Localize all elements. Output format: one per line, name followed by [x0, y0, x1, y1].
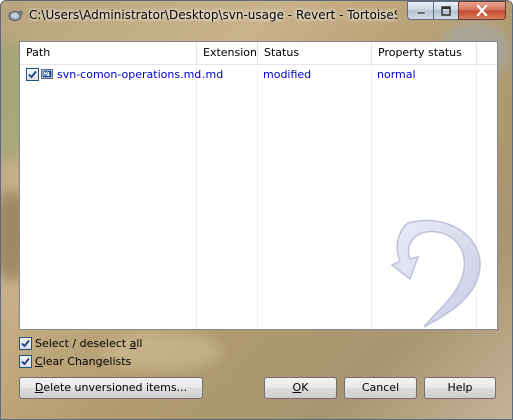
checkmark-icon	[21, 339, 30, 348]
select-all-label: Select / deselect all	[35, 337, 143, 350]
checkmark-icon	[28, 70, 37, 79]
table-row[interactable]: svn-comon-operations.md .md modified nor…	[22, 66, 495, 83]
window-title: C:\Users\Administrator\Desktop\svn-usage…	[29, 8, 397, 22]
markdown-file-icon	[41, 69, 53, 79]
clear-changelists-label: Clear Changelists	[35, 355, 132, 368]
revert-arrow-watermark-icon	[390, 219, 481, 328]
row-extension: .md	[202, 68, 224, 81]
clear-changelists-checkbox[interactable]	[19, 355, 32, 368]
minimize-button[interactable]	[407, 1, 434, 20]
minimize-icon	[416, 11, 425, 14]
close-icon	[476, 5, 488, 16]
ok-button[interactable]: OK	[264, 377, 337, 399]
delete-unversioned-button[interactable]: Delete unversioned items...	[19, 377, 203, 399]
row-path: svn-comon-operations.md	[57, 68, 202, 81]
tortoisesvn-app-icon	[8, 10, 23, 21]
cancel-button[interactable]: Cancel	[344, 377, 417, 399]
row-checkbox[interactable]	[26, 68, 39, 81]
title-bar[interactable]: C:\Users\Administrator\Desktop\svn-usage…	[1, 1, 512, 29]
column-header-property-status[interactable]: Property status	[372, 42, 477, 64]
file-list[interactable]: Path Extension Status Property status sv…	[19, 41, 498, 330]
list-header: Path Extension Status Property status	[20, 42, 497, 65]
column-header-path[interactable]: Path	[20, 42, 197, 64]
column-divider	[257, 64, 258, 329]
column-header-extension[interactable]: Extension	[197, 42, 258, 64]
checkmark-icon	[21, 357, 30, 366]
column-header-status[interactable]: Status	[258, 42, 372, 64]
revert-dialog: C:\Users\Administrator\Desktop\svn-usage…	[0, 0, 513, 420]
caption-buttons	[407, 1, 507, 21]
maximize-icon	[441, 5, 451, 16]
close-button[interactable]	[458, 1, 506, 20]
dialog-client-area: Path Extension Status Property status sv…	[9, 31, 506, 413]
help-button[interactable]: Help	[424, 377, 496, 399]
column-divider	[371, 64, 372, 329]
row-property-status: normal	[377, 68, 416, 81]
maximize-button[interactable]	[433, 1, 459, 20]
select-all-checkbox[interactable]	[19, 337, 32, 350]
column-divider	[196, 64, 197, 329]
row-status: modified	[263, 68, 312, 81]
